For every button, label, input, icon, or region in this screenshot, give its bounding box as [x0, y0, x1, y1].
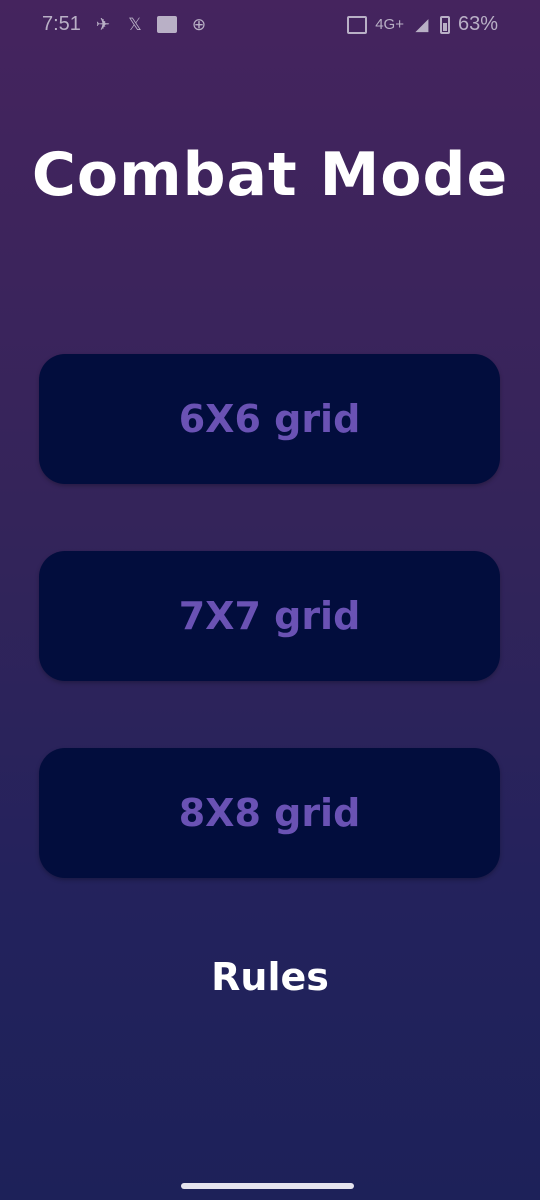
grid-8x8-button[interactable]: 8X8 grid: [39, 748, 500, 878]
status-time: 7:51: [42, 13, 81, 35]
battery-icon: [439, 15, 450, 34]
x-icon: 𝕏: [128, 14, 142, 34]
status-left: 7:51 ✈ 𝕏 ⊕: [42, 13, 209, 36]
rules-link[interactable]: Rules: [0, 955, 540, 999]
grid-7x7-button[interactable]: 7X7 grid: [39, 551, 500, 681]
page-title: Combat Mode: [31, 140, 509, 210]
app-notification-icon: ✈: [95, 14, 111, 34]
signal-icon: ◢: [415, 14, 429, 34]
grid-6x6-button[interactable]: 6X6 grid: [39, 354, 500, 484]
status-right: 4G+ ◢ 63%: [347, 13, 498, 36]
battery-percent: 63%: [457, 13, 498, 35]
status-bar: 7:51 ✈ 𝕏 ⊕ 4G+ ◢ 63%: [0, 0, 540, 54]
volte-icon: [347, 15, 368, 34]
home-indicator[interactable]: [181, 1183, 354, 1189]
network-type: 4G+: [375, 16, 404, 33]
data-saver-icon: ⊕: [191, 14, 207, 34]
app-box-icon: [156, 16, 177, 33]
